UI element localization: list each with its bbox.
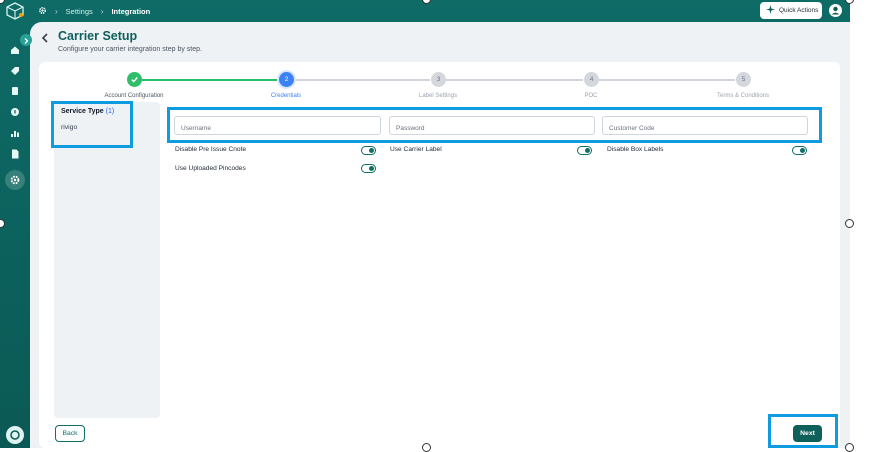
page-subtitle: Configure your carrier integration step … [58,46,202,53]
back-button[interactable]: Back [55,425,85,442]
sparkle-icon [766,5,775,16]
collapse-sidebar-button[interactable] [20,34,32,46]
step-5-terms[interactable]: 5 [736,72,751,87]
checkmark-icon [131,77,138,83]
breadcrumb-settings[interactable]: Settings [66,7,93,16]
step-label-label-settings: Label Settings [418,93,458,99]
highlight-service-type [51,101,133,148]
stepper-connector-done [142,79,278,81]
stepper-connector [294,79,430,81]
disable-pre-issue-cnote-toggle[interactable] [361,146,376,155]
selection-handle [422,443,431,452]
app-logo-icon [5,2,25,20]
selection-handle [845,0,854,4]
breadcrumb-separator: › [100,6,104,16]
gear-icon[interactable] [38,6,47,17]
step-label-credentials: Credentials [270,93,302,99]
page-title: Carrier Setup [58,29,138,43]
step-label-poc: POC [584,93,598,99]
quick-actions-button[interactable]: Quick Actions [760,2,822,19]
use-uploaded-pincodes-toggle[interactable] [361,164,376,173]
support-chat-icon[interactable] [6,426,24,444]
tag-icon[interactable] [9,64,21,76]
breadcrumb-separator: › [55,6,58,16]
step-1-account-configuration[interactable] [127,72,142,87]
settings-icon[interactable] [5,170,25,190]
selection-handle [845,219,854,228]
analytics-icon[interactable] [9,126,21,138]
highlight-next [768,414,838,448]
quick-actions-label: Quick Actions [779,7,819,14]
document-icon[interactable] [9,147,21,159]
stepper-connector [446,79,583,81]
use-carrier-label-label: Use Carrier Label [390,146,442,153]
use-uploaded-pincodes-label: Use Uploaded Pincodes [175,165,246,172]
breadcrumb: › Settings › Integration [38,0,150,22]
info-icon[interactable] [9,105,21,117]
step-label-terms: Terms & Conditions [716,93,770,99]
step-3-label-settings[interactable]: 3 [431,72,446,87]
disable-pre-issue-cnote-label: Disable Pre Issue Cnote [175,146,247,153]
step-4-poc[interactable]: 4 [584,72,599,87]
stepper-connector [599,79,735,81]
step-label-account-configuration: Account Configuration [104,93,164,99]
side-rail [0,22,30,448]
breadcrumb-integration: Integration [111,6,151,16]
use-carrier-label-toggle[interactable] [577,146,592,155]
disable-box-labels-label: Disable Box Labels [607,146,664,153]
highlight-credentials [167,107,822,143]
back-arrow-icon[interactable] [39,31,51,45]
user-avatar[interactable] [829,4,842,17]
selection-handle [845,443,854,452]
disable-box-labels-toggle[interactable] [792,146,807,155]
service-type-sidebar [54,102,160,418]
orders-icon[interactable] [9,84,21,96]
step-2-credentials[interactable]: 2 [279,72,294,87]
